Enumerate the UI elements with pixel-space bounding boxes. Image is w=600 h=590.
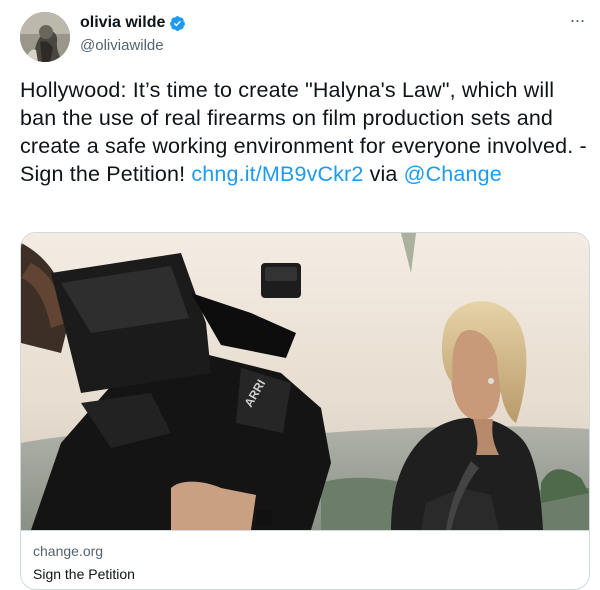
verified-badge-icon [169, 15, 186, 32]
avatar[interactable] [20, 12, 70, 62]
card-image[interactable]: ARRI [21, 233, 589, 530]
petition-link[interactable]: chng.it/MB9vCkr2 [191, 162, 363, 186]
tweet[interactable]: olivia wilde @oliviawilde ··· Hollywood:… [0, 0, 600, 590]
link-preview-card[interactable]: ARRI change.org Sign the Petition [20, 232, 590, 590]
tweet-text-via: via [363, 162, 404, 186]
author-handle[interactable]: @oliviawilde [80, 37, 164, 54]
author-name-row[interactable]: olivia wilde [80, 14, 186, 32]
tweet-text: Hollywood: It’s time to create "Halyna's… [20, 76, 590, 188]
card-domain: change.org [33, 543, 104, 559]
display-name[interactable]: olivia wilde [80, 14, 165, 32]
mention-link[interactable]: @Change [404, 162, 502, 186]
card-info[interactable]: change.org Sign the Petition [21, 530, 589, 589]
more-options-icon[interactable]: ··· [566, 11, 588, 32]
card-title[interactable]: Sign the Petition [33, 566, 135, 582]
